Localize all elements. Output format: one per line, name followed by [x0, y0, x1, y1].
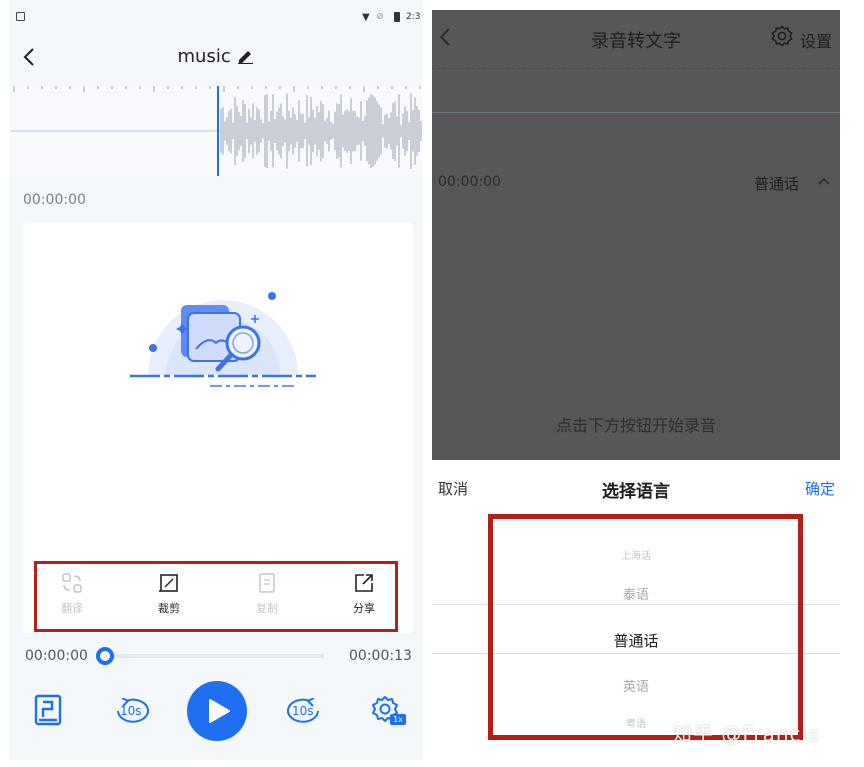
chevron-up-icon[interactable]: [817, 176, 831, 186]
translate-icon: [62, 573, 82, 593]
playback-settings-button[interactable]: 1x: [370, 694, 408, 728]
share-button[interactable]: 分享: [334, 572, 394, 616]
ruler-ticks: [432, 68, 840, 70]
rewind-label: 10s: [120, 704, 142, 718]
forward-label: 10s: [292, 704, 314, 718]
play-icon: [209, 699, 230, 723]
crop-button[interactable]: 裁剪: [139, 572, 199, 616]
translate-button[interactable]: 翻译: [42, 572, 102, 616]
status-bar: ▼ ⊘ 2:3: [10, 0, 422, 34]
forward-10s-button[interactable]: 10s: [282, 698, 324, 724]
share-icon: [355, 574, 373, 592]
play-button[interactable]: [187, 681, 247, 741]
sim-icon: ⊘: [376, 12, 384, 22]
recording-detail-screen: ▼ ⊘ 2:3 music 00:00:00 翻译 裁剪 复制 分享 00:00…: [10, 0, 422, 760]
speed-badge: 1x: [390, 714, 406, 725]
sheet-title: 选择语言: [602, 482, 670, 502]
waveform-baseline: [432, 112, 840, 113]
copy-button[interactable]: 复制: [237, 572, 297, 616]
highlight-box-picker: [488, 514, 803, 740]
elapsed-time: 00:00:00: [25, 648, 88, 664]
settings-label[interactable]: 设置: [800, 28, 832, 52]
waveform-graph: [10, 86, 422, 176]
speech-to-text-screen: 录音转文字 设置 00:00:00 普通话 点击下方按钮开始录音 取消 选择语言…: [432, 10, 840, 760]
progress-thumb[interactable]: [96, 647, 114, 665]
battery-icon: [394, 12, 400, 22]
copy-label: 复制: [256, 602, 278, 615]
translate-label: 翻译: [61, 602, 83, 615]
top-bar: music: [10, 34, 422, 84]
crop-label: 裁剪: [158, 602, 180, 615]
dimmed-background[interactable]: 录音转文字 设置 00:00:00 普通话 点击下方按钮开始录音: [432, 10, 840, 460]
rewind-10s-button[interactable]: 10s: [112, 698, 154, 724]
waveform[interactable]: [10, 86, 422, 176]
recording-title: music: [177, 46, 231, 67]
wifi-icon: ▼: [362, 12, 370, 23]
start-recording-hint: 点击下方按钮开始录音: [555, 416, 716, 435]
watermark: 知乎 @Francis: [672, 722, 820, 746]
current-time-label: 00:00:00: [23, 192, 86, 208]
settings-gear-icon[interactable]: [770, 24, 794, 48]
copy-icon: [259, 573, 275, 593]
empty-folder-search-illustration: [130, 292, 316, 387]
total-time: 00:00:13: [349, 648, 412, 664]
share-label: 分享: [353, 602, 375, 615]
notification-icon: [16, 12, 25, 21]
time-label: 00:00:00: [438, 174, 501, 190]
edit-pencil-icon[interactable]: [236, 46, 254, 65]
crop-icon: [159, 574, 178, 592]
language-selector[interactable]: 普通话: [754, 173, 799, 194]
progress-track[interactable]: [102, 654, 324, 658]
status-time: 2:3: [406, 12, 421, 22]
confirm-button[interactable]: 确定: [805, 478, 835, 499]
bookmark-icon[interactable]: [34, 694, 62, 726]
